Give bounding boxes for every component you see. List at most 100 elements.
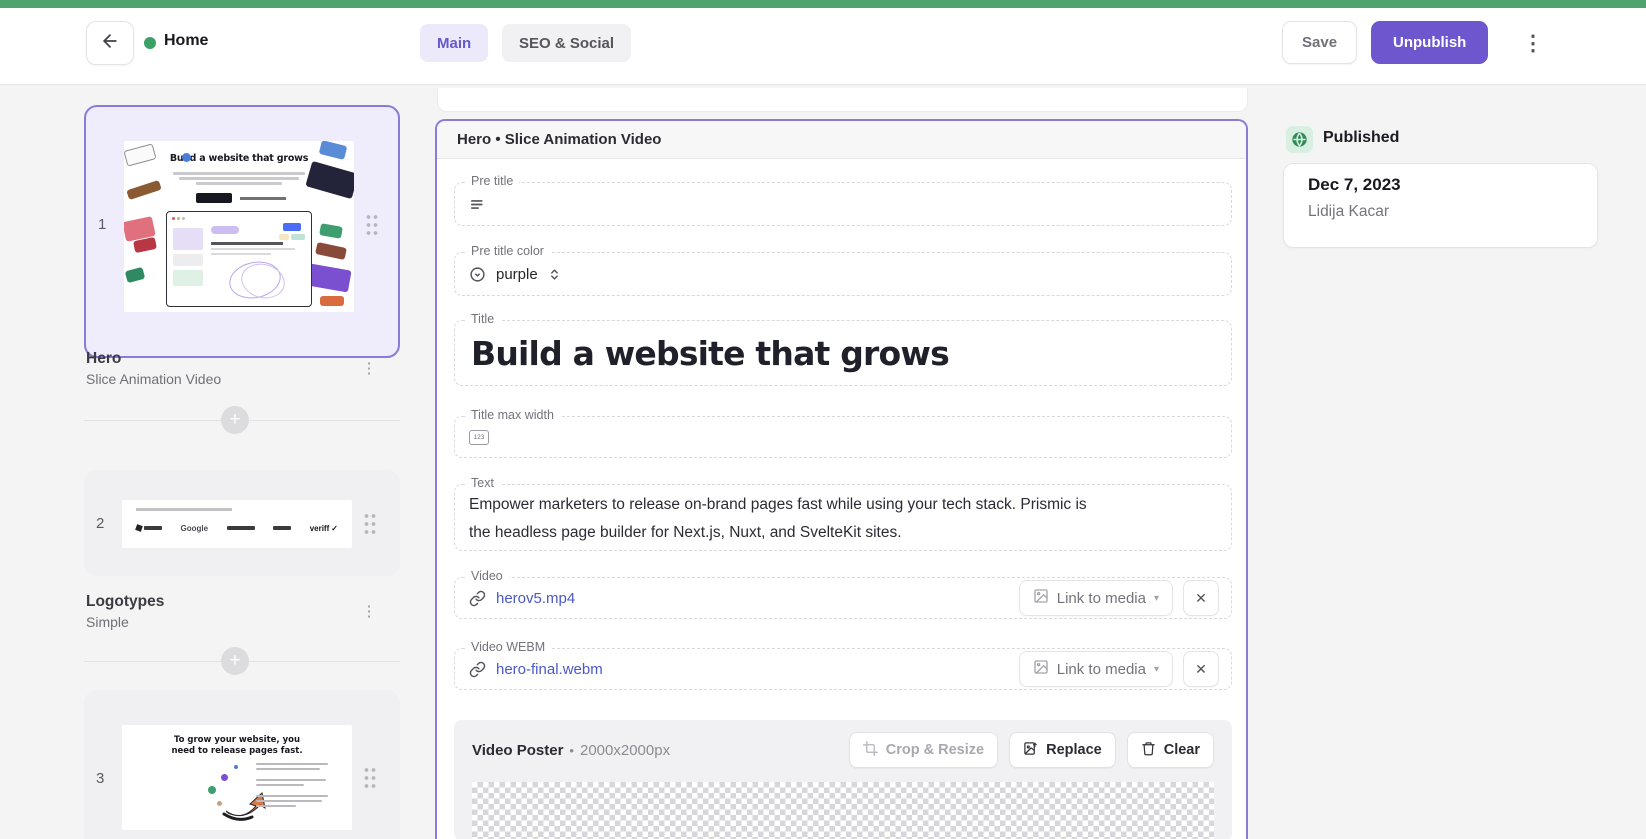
thumb-text-line (179, 177, 299, 180)
unpublish-button[interactable]: Unpublish (1371, 21, 1489, 64)
previous-section-card-partial (437, 88, 1248, 112)
link-to-media-label: Link to media (1056, 589, 1146, 607)
published-globe-icon (1286, 126, 1313, 153)
link-to-media-button[interactable]: Link to media ▾ (1018, 580, 1173, 616)
clear-label: Clear (1163, 742, 1200, 758)
logo-veriff: veriff ✓ (309, 523, 338, 533)
slice-variant-hero: Slice Animation Video (86, 371, 222, 387)
thumb-link-text (240, 197, 286, 200)
deco-block-green2 (319, 223, 343, 239)
clear-video-button[interactable]: ✕ (1183, 580, 1219, 616)
tab-main[interactable]: Main (420, 24, 489, 62)
add-slice-button[interactable]: + (221, 647, 249, 675)
slice-variant-logotypes: Simple (86, 614, 129, 630)
slice-thumbnail-logotypes: Google veriff ✓ (122, 500, 352, 548)
replace-image-icon (1023, 741, 1038, 760)
field-label: Pre title (465, 174, 520, 188)
crop-icon (862, 740, 878, 760)
deco-tag-orange (320, 296, 344, 306)
more-options-icon[interactable]: ⋮ (1516, 26, 1550, 60)
deco-dot-green (208, 786, 216, 794)
color-select-icon (469, 266, 486, 283)
caret-down-icon: ▾ (1153, 663, 1159, 675)
drag-handle[interactable] (363, 512, 376, 534)
crop-resize-label: Crop & Resize (885, 742, 985, 758)
logo-mark (273, 526, 292, 530)
field-label: Video WEBM (465, 640, 552, 654)
select-chevrons-icon[interactable] (548, 268, 561, 281)
caret-down-icon: ▾ (1153, 592, 1159, 604)
field-pre-title[interactable]: Pre title (454, 174, 1232, 226)
thumb-heading: To grow your website, you need to releas… (171, 735, 303, 756)
field-label: Title max width (465, 408, 560, 422)
thumb-logos-row: Google veriff ✓ (135, 520, 338, 536)
field-label: Title (465, 312, 501, 326)
logo-mark (135, 524, 162, 532)
slice-menu-icon[interactable]: ⋮ (357, 356, 381, 380)
link-to-media-button[interactable]: Link to media ▾ (1018, 651, 1173, 687)
slice-card-logotypes[interactable]: 2 Google veriff ✓ (84, 470, 400, 576)
page: Home Main SEO & Social Save Unpublish ⋮ … (0, 0, 1646, 839)
publish-status-label: Published (1323, 129, 1400, 146)
deco-block-green (124, 266, 146, 284)
deco-dot-blue (234, 765, 238, 769)
slice-menu-icon[interactable]: ⋮ (357, 599, 381, 623)
save-button[interactable]: Save (1282, 21, 1358, 64)
deco-block-purple (306, 263, 352, 293)
slice-card-hero[interactable]: 1 Build a website that grows (84, 105, 400, 358)
thumb-text-line (173, 172, 305, 175)
arrow-left-icon (100, 31, 120, 56)
slice-number: 3 (96, 770, 105, 787)
clear-video-webm-button[interactable]: ✕ (1183, 651, 1219, 687)
slice-name-hero: Hero (86, 350, 122, 367)
link-to-media-label: Link to media (1056, 660, 1146, 678)
video-poster-label: Video Poster (472, 741, 564, 759)
deco-dot-blue (182, 153, 191, 162)
thumb-caption-line (136, 508, 232, 511)
back-button[interactable] (86, 21, 134, 65)
slice-number: 1 (98, 216, 107, 233)
slice-thumbnail-3: To grow your website, you need to releas… (122, 725, 352, 830)
top-bar: Home Main SEO & Social Save Unpublish ⋮ (0, 8, 1646, 85)
publish-date: Dec 7, 2023 (1308, 175, 1401, 194)
drag-handle[interactable] (363, 766, 376, 788)
field-title-max-width[interactable]: Title max width 123 (454, 408, 1232, 458)
slice-card-3[interactable]: 3 To grow your website, you need to rele… (84, 690, 400, 839)
thumb-text-line (196, 182, 282, 185)
deco-bar-brown (126, 179, 162, 201)
image-icon (1033, 659, 1049, 679)
deco-bar-maroon (315, 242, 347, 260)
text-value[interactable]: Empower marketers to release on-brand pa… (455, 485, 1231, 553)
thumb-cta-button (196, 193, 232, 203)
thumb-browser-mockup (166, 211, 312, 307)
video-webm-file-link[interactable]: hero-final.webm (496, 661, 603, 678)
field-label: Video (465, 569, 509, 583)
slice-number: 2 (96, 515, 105, 532)
deco-keyboard-navy (305, 160, 354, 200)
text-align-icon (469, 196, 486, 213)
pre-title-color-value: purple (496, 265, 538, 283)
field-video[interactable]: Video herov5.mp4 Link to media ▾ ✕ (454, 569, 1232, 619)
field-pre-title-color[interactable]: Pre title color purple (454, 244, 1232, 296)
drag-handle[interactable] (365, 213, 378, 235)
publish-author: Lidija Kacar (1308, 203, 1389, 220)
link-icon (469, 590, 486, 607)
empty-image-checkerboard[interactable] (472, 782, 1214, 839)
tab-seo-social[interactable]: SEO & Social (502, 24, 632, 62)
title-value[interactable]: Build a website that grows (469, 334, 950, 373)
crop-resize-button[interactable]: Crop & Resize (848, 732, 999, 768)
document-status-dot (144, 37, 156, 49)
slice-name-logotypes: Logotypes (86, 593, 165, 610)
field-title[interactable]: Title Build a website that grows (454, 312, 1232, 386)
video-file-link[interactable]: herov5.mp4 (496, 590, 575, 607)
field-video-poster: Video Poster • 2000x2000px Crop & Resize (454, 720, 1232, 839)
slice-editor-header: Hero • Slice Animation Video (437, 121, 1246, 159)
field-text[interactable]: Text Empower marketers to release on-bra… (454, 476, 1232, 553)
clear-button[interactable]: Clear (1126, 732, 1214, 768)
replace-button[interactable]: Replace (1009, 732, 1116, 768)
add-slice-button[interactable]: + (221, 406, 249, 434)
replace-label: Replace (1046, 742, 1102, 758)
field-video-webm[interactable]: Video WEBM hero-final.webm Link to media… (454, 640, 1232, 690)
logo-google: Google (180, 523, 209, 533)
logo-mark (226, 526, 255, 530)
